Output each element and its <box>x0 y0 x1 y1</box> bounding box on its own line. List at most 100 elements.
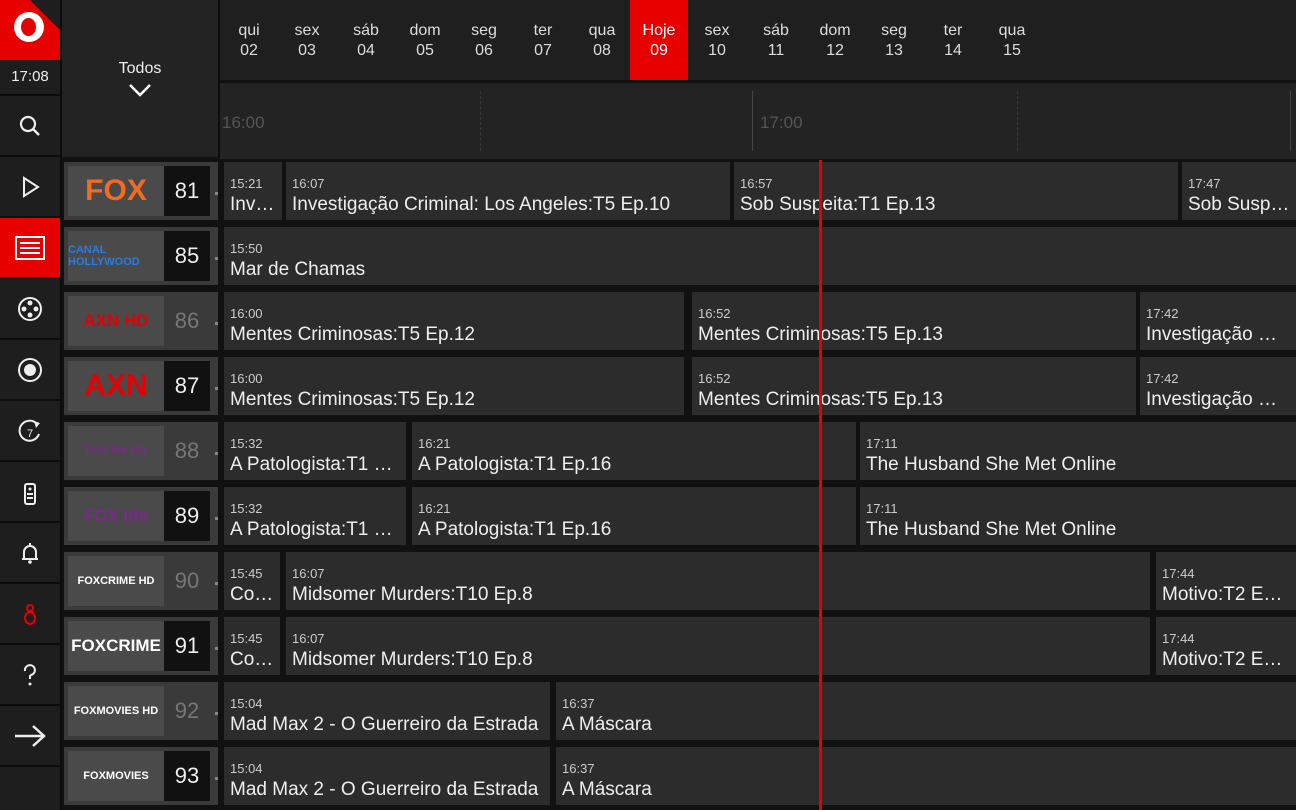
date-day: dom <box>819 22 851 39</box>
program-cell[interactable]: 17:11 The Husband She Met Online <box>860 422 1296 480</box>
program-title: Motivo:T2 Ep.12 <box>1162 649 1290 670</box>
date-tab[interactable]: seg 06 <box>455 0 513 80</box>
program-cell[interactable]: 16:07 Midsomer Murders:T10 Ep.8 <box>286 552 1150 610</box>
program-start-time: 16:07 <box>292 566 325 581</box>
program-start-time: 17:44 <box>1162 631 1195 646</box>
filter-label: Todos <box>118 60 162 77</box>
arrow-right-icon[interactable] <box>0 706 60 767</box>
timeline-header: 16:00 17:00 <box>220 81 1296 159</box>
date-tab[interactable]: dom 05 <box>396 0 454 80</box>
program-title: Investigação Criminal <box>1146 324 1290 345</box>
program-title: A Patologista:T1 Ep.16 <box>418 519 612 540</box>
date-tab[interactable]: sex 10 <box>688 0 746 80</box>
channel-row: FOX life89 15:32 A Patologista:T1 Ep.15 16:… <box>62 485 1296 547</box>
program-cell[interactable]: 15:32 A Patologista:T1 Ep.15 <box>224 422 406 480</box>
remote-icon[interactable] <box>0 462 60 523</box>
program-cell[interactable]: 15:45 Cops <box>224 617 280 675</box>
program-cell[interactable]: 16:00 Mentes Criminosas:T5 Ep.12 <box>224 292 684 350</box>
channel-row: FOX81 15:21 Investigação Criminal: Los Ang… <box>62 160 1296 222</box>
channel-number: 85 <box>164 231 210 281</box>
channel-number: 91 <box>164 621 210 671</box>
program-cell[interactable]: 16:21 A Patologista:T1 Ep.16 <box>412 422 856 480</box>
replay-7-icon[interactable]: 7 <box>0 401 60 462</box>
channel-logo: FOX <box>68 166 164 216</box>
channel-logo: FOX life HD <box>68 426 164 476</box>
date-tab[interactable]: qua 08 <box>573 0 631 80</box>
program-title: Mentes Criminosas:T5 Ep.13 <box>698 389 943 410</box>
program-cell[interactable]: 15:04 Mad Max 2 - O Guerreiro da Estrada <box>224 747 550 805</box>
program-start-time: 16:21 <box>418 436 451 451</box>
profile-icon[interactable] <box>0 584 60 645</box>
date-tab[interactable]: sáb 11 <box>747 0 805 80</box>
channel-logo: FOXCRIME HD <box>68 556 164 606</box>
program-cell[interactable]: 16:37 A Máscara <box>556 747 1296 805</box>
program-start-time: 17:47 <box>1188 176 1221 191</box>
channel-tile[interactable]: CANAL HOLLYWOOD 85 <box>64 227 218 285</box>
program-cell[interactable]: 16:37 A Máscara <box>556 682 1296 740</box>
date-tab-today[interactable]: Hoje 09 <box>630 0 688 80</box>
program-title: Mentes Criminosas:T5 Ep.12 <box>230 324 475 345</box>
program-start-time: 15:32 <box>230 436 263 451</box>
program-cell[interactable]: 16:52 Mentes Criminosas:T5 Ep.13 <box>692 292 1136 350</box>
channel-tile[interactable]: FOX life 89 <box>64 487 218 545</box>
program-cell[interactable]: 16:57 Sob Suspeita:T1 Ep.13 <box>734 162 1178 220</box>
program-start-time: 15:50 <box>230 241 263 256</box>
channel-number: 90 <box>164 556 210 606</box>
time-divider <box>752 91 753 151</box>
record-icon[interactable] <box>0 340 60 401</box>
program-cell[interactable]: 17:42 Investigação Criminal <box>1140 357 1296 415</box>
channel-number: 87 <box>164 361 210 411</box>
date-tab[interactable]: qui 02 <box>220 0 278 80</box>
channel-tile[interactable]: AXN 87 <box>64 357 218 415</box>
program-cell[interactable]: 17:42 Investigação Criminal <box>1140 292 1296 350</box>
date-tab[interactable]: dom 12 <box>806 0 864 80</box>
date-tab[interactable]: ter 07 <box>514 0 572 80</box>
date-tab[interactable]: ter 14 <box>924 0 982 80</box>
program-cell[interactable]: 15:32 A Patologista:T1 Ep.15 <box>224 487 406 545</box>
time-divider <box>1017 91 1018 151</box>
program-cell[interactable]: 16:07 Midsomer Murders:T10 Ep.8 <box>286 617 1150 675</box>
channel-logo: FOXCRIME <box>68 621 164 671</box>
date-number: 03 <box>298 42 316 59</box>
program-cell[interactable]: 15:45 Cops <box>224 552 280 610</box>
channel-number: 86 <box>164 296 210 346</box>
help-icon[interactable] <box>0 645 60 706</box>
channel-tile[interactable]: FOXCRIME 91 <box>64 617 218 675</box>
search-icon[interactable] <box>0 96 60 157</box>
program-start-time: 17:42 <box>1146 371 1179 386</box>
channel-tile[interactable]: AXN HD 86 <box>64 292 218 350</box>
date-tab[interactable]: qua 15 <box>983 0 1041 80</box>
guide-icon[interactable] <box>0 218 60 279</box>
channel-number: 93 <box>164 751 210 801</box>
date-tab[interactable]: seg 13 <box>865 0 923 80</box>
program-cell[interactable]: 15:50 Mar de Chamas <box>224 227 1296 285</box>
film-reel-icon[interactable] <box>0 279 60 340</box>
play-icon[interactable] <box>0 157 60 218</box>
channel-tile[interactable]: FOXMOVIES 93 <box>64 747 218 805</box>
channel-tile[interactable]: FOXMOVIES HD 92 <box>64 682 218 740</box>
channel-tile[interactable]: FOX 81 <box>64 162 218 220</box>
program-cell[interactable]: 17:44 Motivo:T2 Ep.12 <box>1156 552 1296 610</box>
channel-tile[interactable]: FOX life HD 88 <box>64 422 218 480</box>
program-cell[interactable]: 15:21 Investigação Criminal: Los Angeles:… <box>224 162 282 220</box>
time-divider <box>1290 91 1291 151</box>
program-cell[interactable]: 16:52 Mentes Criminosas:T5 Ep.13 <box>692 357 1136 415</box>
program-cell[interactable]: 16:07 Investigação Criminal: Los Angeles:… <box>286 162 730 220</box>
program-title: Mar de Chamas <box>230 259 366 280</box>
date-tab[interactable]: sáb 04 <box>337 0 395 80</box>
program-cell[interactable]: 16:21 A Patologista:T1 Ep.16 <box>412 487 856 545</box>
program-cell[interactable]: 17:47 Sob Suspeita:T1 Ep.14 <box>1182 162 1296 220</box>
program-cell[interactable]: 17:44 Motivo:T2 Ep.12 <box>1156 617 1296 675</box>
channel-tile[interactable]: FOXCRIME HD 90 <box>64 552 218 610</box>
program-cell[interactable]: 16:00 Mentes Criminosas:T5 Ep.12 <box>224 357 684 415</box>
program-title: Investigação Criminal: Los Angeles:T5 Ep… <box>230 194 276 215</box>
date-day: dom <box>409 22 441 39</box>
date-day: sáb <box>763 22 789 39</box>
program-start-time: 17:42 <box>1146 306 1179 321</box>
program-cell[interactable]: 15:04 Mad Max 2 - O Guerreiro da Estrada <box>224 682 550 740</box>
date-tab[interactable]: sex 03 <box>278 0 336 80</box>
program-start-time: 16:57 <box>740 176 773 191</box>
channel-filter[interactable]: Todos <box>62 0 220 157</box>
bell-icon[interactable] <box>0 523 60 584</box>
program-cell[interactable]: 17:11 The Husband She Met Online <box>860 487 1296 545</box>
